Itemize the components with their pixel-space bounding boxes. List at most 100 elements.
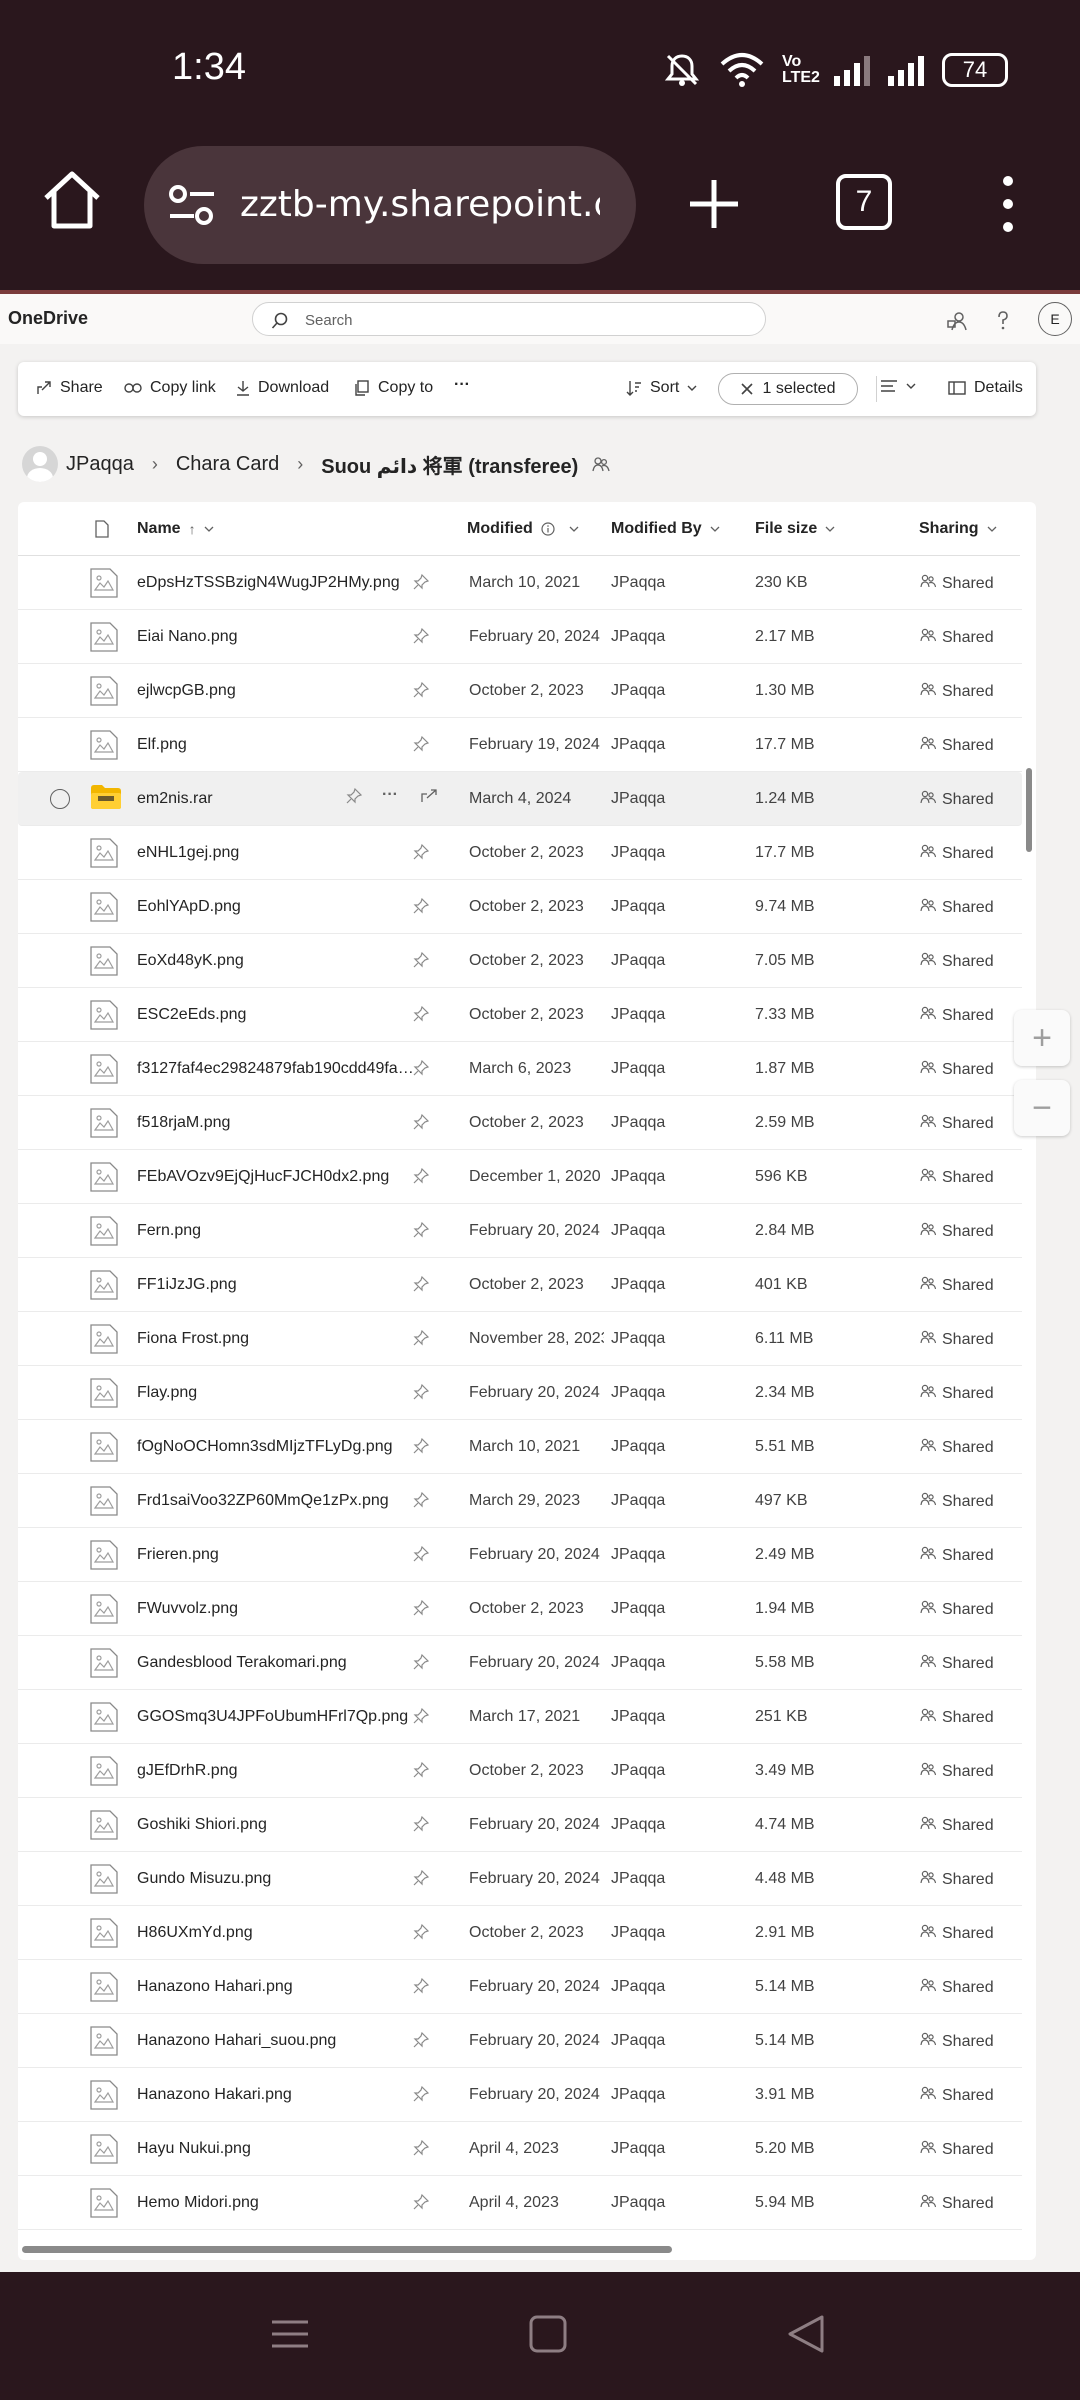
sort-button[interactable]: Sort xyxy=(626,379,697,397)
breadcrumb-root[interactable]: JPaqqa xyxy=(66,453,134,476)
column-header-sharing[interactable]: Sharing xyxy=(919,520,997,538)
table-row[interactable]: em2nis.rar ··· March 4, 2024 JPaqqa 1.24 MB S… xyxy=(18,772,1022,826)
sharing-status[interactable]: Shared xyxy=(920,2032,994,2051)
file-name[interactable]: GGOSmq3U4JPFoUbumHFrl7Qp.png xyxy=(137,1708,417,1726)
column-header-modified-by[interactable]: Modified By xyxy=(611,520,720,538)
pin-icon[interactable] xyxy=(413,573,430,595)
file-type-icon[interactable] xyxy=(94,520,110,538)
pin-icon[interactable] xyxy=(413,843,430,865)
url-text[interactable]: zztb-my.sharepoint.com/p xyxy=(240,184,600,225)
pin-icon[interactable] xyxy=(413,1815,430,1837)
sharing-status[interactable]: Shared xyxy=(920,1438,994,1457)
zoom-in-button[interactable]: + xyxy=(1014,1010,1070,1066)
sharing-status[interactable]: Shared xyxy=(920,790,994,809)
sharing-status[interactable]: Shared xyxy=(920,1816,994,1835)
table-row[interactable]: Eiai Nano.png February 20, 2024 JPaqqa 2.17… xyxy=(18,610,1022,664)
share-icon[interactable] xyxy=(420,788,438,809)
pin-icon[interactable] xyxy=(413,681,430,703)
pin-icon[interactable] xyxy=(413,1005,430,1027)
table-row[interactable]: ESC2eEds.png October 2, 2023 JPaqqa 7.33 MB… xyxy=(18,988,1022,1042)
table-row[interactable]: Hemo Midori.png April 4, 2023 JPaqqa 5.94 M… xyxy=(18,2176,1022,2230)
pin-icon[interactable] xyxy=(413,627,430,649)
file-name[interactable]: em2nis.rar xyxy=(137,790,417,808)
file-name[interactable]: ejlwcpGB.png xyxy=(137,682,417,700)
help-icon[interactable] xyxy=(992,310,1014,332)
table-row[interactable]: Frieren.png February 20, 2024 JPaqqa 2.49 M… xyxy=(18,1528,1022,1582)
file-name[interactable]: Goshiki Shiori.png xyxy=(137,1816,417,1834)
sharing-status[interactable]: Shared xyxy=(920,1006,994,1025)
tab-switcher-button[interactable]: 7 xyxy=(836,174,892,230)
sharing-status[interactable]: Shared xyxy=(920,628,994,647)
account-avatar[interactable]: E xyxy=(1038,302,1072,336)
table-row[interactable]: Elf.png February 19, 2024 JPaqqa 17.7 MB Sha… xyxy=(18,718,1022,772)
sharing-status[interactable]: Shared xyxy=(920,1978,994,1997)
sharing-status[interactable]: Shared xyxy=(920,1384,994,1403)
search-input[interactable]: Search xyxy=(252,302,766,336)
table-row[interactable]: gJEfDrhR.png October 2, 2023 JPaqqa 3.49 MB… xyxy=(18,1744,1022,1798)
sharing-status[interactable]: Shared xyxy=(920,1060,994,1079)
file-name[interactable]: f3127faf4ec29824879fab190cdd49fa32... xyxy=(137,1060,417,1078)
pin-icon[interactable] xyxy=(413,1977,430,1999)
view-options-button[interactable] xyxy=(880,379,916,393)
file-name[interactable]: FF1iJzJG.png xyxy=(137,1276,417,1294)
shared-people-icon[interactable] xyxy=(592,456,610,472)
app-brand[interactable]: OneDrive xyxy=(8,308,88,329)
sharing-status[interactable]: Shared xyxy=(920,2140,994,2159)
settings-people-icon[interactable] xyxy=(946,310,968,332)
selection-count-button[interactable]: 1 selected xyxy=(718,373,858,405)
pin-icon[interactable] xyxy=(413,1437,430,1459)
table-row[interactable]: eDpsHzTSSBzigN4WugJP2HMy.png March 10, 20… xyxy=(18,556,1022,610)
table-row[interactable]: FEbAVOzv9EjQjHucFJCH0dx2.png December 1, … xyxy=(18,1150,1022,1204)
sharing-status[interactable]: Shared xyxy=(920,844,994,863)
breadcrumb-folder[interactable]: Chara Card xyxy=(176,453,279,476)
file-name[interactable]: H86UXmYd.png xyxy=(137,1924,417,1942)
pin-icon[interactable] xyxy=(413,1599,430,1621)
sharing-status[interactable]: Shared xyxy=(920,1762,994,1781)
details-button[interactable]: Details xyxy=(948,379,1023,397)
pin-icon[interactable] xyxy=(413,1707,430,1729)
pin-icon[interactable] xyxy=(413,1059,430,1081)
table-row[interactable]: f3127faf4ec29824879fab190cdd49fa32... Mar… xyxy=(18,1042,1022,1096)
file-name[interactable]: Gundo Misuzu.png xyxy=(137,1870,417,1888)
table-row[interactable]: GGOSmq3U4JPFoUbumHFrl7Qp.png March 17, 20… xyxy=(18,1690,1022,1744)
table-row[interactable]: f518rjaM.png October 2, 2023 JPaqqa 2.59 MB… xyxy=(18,1096,1022,1150)
table-row[interactable]: H86UXmYd.png October 2, 2023 JPaqqa 2.91 MB… xyxy=(18,1906,1022,1960)
file-name[interactable]: FEbAVOzv9EjQjHucFJCH0dx2.png xyxy=(137,1168,417,1186)
pin-icon[interactable] xyxy=(413,2193,430,2215)
table-row[interactable]: EohlYApD.png October 2, 2023 JPaqqa 9.74 MB… xyxy=(18,880,1022,934)
pin-icon[interactable] xyxy=(413,1869,430,1891)
home-icon[interactable] xyxy=(40,168,104,232)
vertical-scrollbar[interactable] xyxy=(1026,768,1032,852)
sharing-status[interactable]: Shared xyxy=(920,1222,994,1241)
pin-icon[interactable] xyxy=(413,1329,430,1351)
table-row[interactable]: Hanazono Hahari.png February 20, 2024 JPaq… xyxy=(18,1960,1022,2014)
column-header-file-size[interactable]: File size xyxy=(755,520,835,538)
sharing-status[interactable]: Shared xyxy=(920,952,994,971)
pin-icon[interactable] xyxy=(413,1383,430,1405)
sharing-status[interactable]: Shared xyxy=(920,682,994,701)
file-name[interactable]: Hanazono Hahari.png xyxy=(137,1978,417,1996)
table-row[interactable]: FWuvvolz.png October 2, 2023 JPaqqa 1.94 MB… xyxy=(18,1582,1022,1636)
pin-icon[interactable] xyxy=(413,951,430,973)
pin-icon[interactable] xyxy=(413,1923,430,1945)
pin-icon[interactable] xyxy=(413,1275,430,1297)
pin-icon[interactable] xyxy=(346,787,363,809)
copy-link-button[interactable]: Copy link xyxy=(124,379,216,397)
pin-icon[interactable] xyxy=(413,1545,430,1567)
file-name[interactable]: Hayu Nukui.png xyxy=(137,2140,417,2158)
file-name[interactable]: Frd1saiVoo32ZP60MmQe1zPx.png xyxy=(137,1492,417,1510)
sharing-status[interactable]: Shared xyxy=(920,1546,994,1565)
table-row[interactable]: Hayu Nukui.png April 4, 2023 JPaqqa 5.20 MB… xyxy=(18,2122,1022,2176)
file-name[interactable]: eNHL1gej.png xyxy=(137,844,417,862)
sharing-status[interactable]: Shared xyxy=(920,898,994,917)
column-header-modified[interactable]: Modified xyxy=(467,520,579,538)
pin-icon[interactable] xyxy=(413,1167,430,1189)
table-row[interactable]: Goshiki Shiori.png February 20, 2024 JPaqq… xyxy=(18,1798,1022,1852)
sharing-status[interactable]: Shared xyxy=(920,1492,994,1511)
pin-icon[interactable] xyxy=(413,2085,430,2107)
row-checkbox[interactable] xyxy=(50,789,70,809)
file-name[interactable]: Elf.png xyxy=(137,736,417,754)
file-name[interactable]: EohlYApD.png xyxy=(137,898,417,916)
pin-icon[interactable] xyxy=(413,897,430,919)
table-row[interactable]: Hanazono Hahari_suou.png February 20, 202… xyxy=(18,2014,1022,2068)
